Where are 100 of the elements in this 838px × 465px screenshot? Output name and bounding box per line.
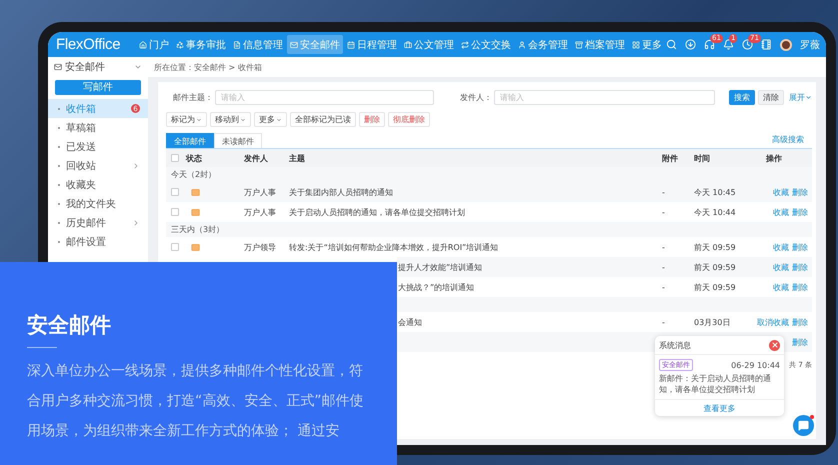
row-action-link[interactable]: 删除 — [792, 316, 808, 328]
search-field[interactable]: 请输入 — [215, 90, 434, 104]
field-label: 发件人： — [459, 92, 492, 102]
sidebar-item[interactable]: 收藏夹 — [48, 175, 148, 194]
table-cell-text: 会通知 — [397, 316, 423, 328]
search-field[interactable]: 请输入 — [494, 90, 716, 104]
search-button[interactable]: 搜索 — [729, 90, 756, 104]
sidebar-item[interactable]: 草稿箱 — [48, 118, 148, 137]
toolbar-button[interactable]: 更多 — [254, 112, 287, 127]
user-name[interactable]: 罗薇 — [800, 38, 820, 52]
nav-tab[interactable]: 门户 — [136, 35, 172, 54]
table-cell-text: 今天 10:44 — [694, 206, 737, 218]
sidebar-item[interactable]: 邮件设置 — [48, 232, 148, 251]
toolbar-button[interactable]: 标记为 — [166, 112, 207, 127]
message-text: 新邮件：关于启动人员招聘的通知，请各单位提交招聘计划 — [659, 373, 772, 395]
clock-icon[interactable] — [742, 39, 753, 50]
row-action-link[interactable]: 删除 — [792, 206, 808, 218]
sidebar-item[interactable]: 历史邮件 — [48, 213, 148, 232]
column-header: 发件人 — [244, 152, 269, 164]
row-action-link[interactable]: 收藏 — [773, 282, 789, 292]
logo: FlexOffice — [56, 36, 122, 53]
group-label: 三天内（3封） — [171, 224, 224, 235]
toolbar-button[interactable]: 删除 — [359, 112, 385, 127]
row-action-link[interactable]: 收藏 — [773, 206, 789, 218]
table-cell-text: 前天 09:59 — [694, 282, 737, 292]
column-header: 时间 — [694, 152, 711, 164]
nav-tab[interactable]: 会务管理 — [515, 35, 571, 54]
grid-icon — [632, 40, 640, 48]
document-icon — [233, 40, 241, 48]
row-action-link[interactable]: 收藏 — [773, 262, 789, 272]
caret-icon — [276, 116, 282, 122]
nav-tab[interactable]: 安全邮件 — [287, 35, 343, 54]
toolbar-button[interactable]: 彻底删除 — [388, 112, 430, 127]
row-action-link[interactable]: 取消收藏 — [757, 316, 789, 328]
field-label: 邮件主题： — [172, 92, 213, 102]
avatar[interactable] — [780, 38, 792, 50]
advanced-search-link[interactable]: 高级搜索 — [772, 134, 804, 145]
expand-link[interactable]: 展开 — [789, 92, 812, 102]
headset-icon[interactable] — [704, 39, 715, 50]
nav-tab[interactable]: 公文交换 — [458, 35, 514, 54]
person-icon — [518, 40, 526, 48]
nav-tab[interactable]: 档案管理 — [572, 35, 628, 54]
column-header: 操作 — [764, 152, 783, 164]
sidebar-item[interactable]: 回收站 — [48, 156, 148, 175]
archive-icon — [575, 40, 583, 48]
row-action-link[interactable]: 收藏 — [773, 242, 789, 252]
row-action-link[interactable]: 删除 — [792, 336, 808, 348]
nav-tab[interactable]: 更多 — [629, 35, 665, 54]
toolbar-button[interactable]: 移动到 — [210, 112, 251, 127]
checkbox[interactable] — [171, 154, 179, 162]
caret-icon — [240, 116, 246, 122]
clear-button[interactable]: 清除 — [758, 90, 784, 104]
group-label: 今天（2封） — [171, 169, 216, 180]
chevron-down-icon[interactable] — [134, 63, 142, 71]
table-cell-text: 前天 09:59 — [694, 242, 737, 252]
row-action-link[interactable]: 删除 — [792, 242, 808, 252]
message-time: 06-29 10:44 — [731, 360, 780, 370]
download-icon[interactable] — [685, 39, 696, 50]
chat-icon — [798, 420, 809, 431]
table-cell-text: - — [662, 188, 666, 196]
close-button[interactable] — [769, 340, 780, 350]
sidebar-item[interactable]: 我的文件夹 — [48, 194, 148, 213]
search-icon[interactable] — [666, 39, 677, 50]
popup-title: 系统消息 — [659, 340, 691, 350]
toolbar-button[interactable]: 全部标记为已读 — [290, 112, 356, 127]
tab[interactable]: 未读邮件 — [214, 133, 262, 148]
compose-button[interactable]: 写邮件 — [55, 80, 141, 95]
row-action-link[interactable]: 删除 — [792, 282, 808, 292]
breadcrumb: 所在位置：安全邮件 > 收件箱 — [148, 57, 826, 77]
nav-tab[interactable]: 日程管理 — [344, 35, 400, 54]
view-more-link[interactable]: 查看更多 — [704, 402, 736, 414]
tab[interactable]: 全部邮件 — [166, 133, 214, 148]
table-cell-text: - — [662, 282, 666, 292]
sidebar-item[interactable]: 已发送 — [48, 137, 148, 156]
checkbox[interactable] — [171, 243, 179, 251]
nav-tab[interactable]: 公文管理 — [401, 35, 457, 54]
column-header: 状态 — [186, 152, 203, 164]
table-cell-text: 提升人才效能”培训通知 — [397, 262, 484, 272]
table-cell-text: - — [662, 242, 666, 252]
table-cell-text: 万户人事 — [244, 206, 277, 218]
table-cell-text: 万户人事 — [244, 186, 277, 198]
checkbox[interactable] — [171, 188, 179, 196]
notebook-icon[interactable] — [761, 39, 772, 50]
column-header: 主题 — [289, 152, 306, 164]
checkbox[interactable] — [171, 208, 179, 216]
row-action-link[interactable]: 删除 — [792, 186, 808, 198]
nav-tab[interactable]: 事务审批 — [173, 35, 229, 54]
table-cell-text: 前天 09:59 — [694, 262, 737, 272]
table-cell-text: 03月30日 — [694, 316, 732, 328]
bell-icon[interactable] — [723, 39, 734, 50]
calendar-icon — [347, 40, 355, 48]
row-action-link[interactable]: 收藏 — [773, 186, 789, 198]
table-cell-text: 万户领导 — [244, 242, 277, 252]
row-action-link[interactable]: 删除 — [792, 262, 808, 272]
home-icon — [139, 40, 147, 48]
table-cell-text: - — [662, 262, 666, 272]
nav-tab[interactable]: 信息管理 — [230, 35, 286, 54]
column-header: 附件 — [662, 152, 679, 164]
table-cell-text: 大挑战？”的培训通知 — [397, 282, 476, 292]
table-cell-text: - — [662, 208, 666, 216]
